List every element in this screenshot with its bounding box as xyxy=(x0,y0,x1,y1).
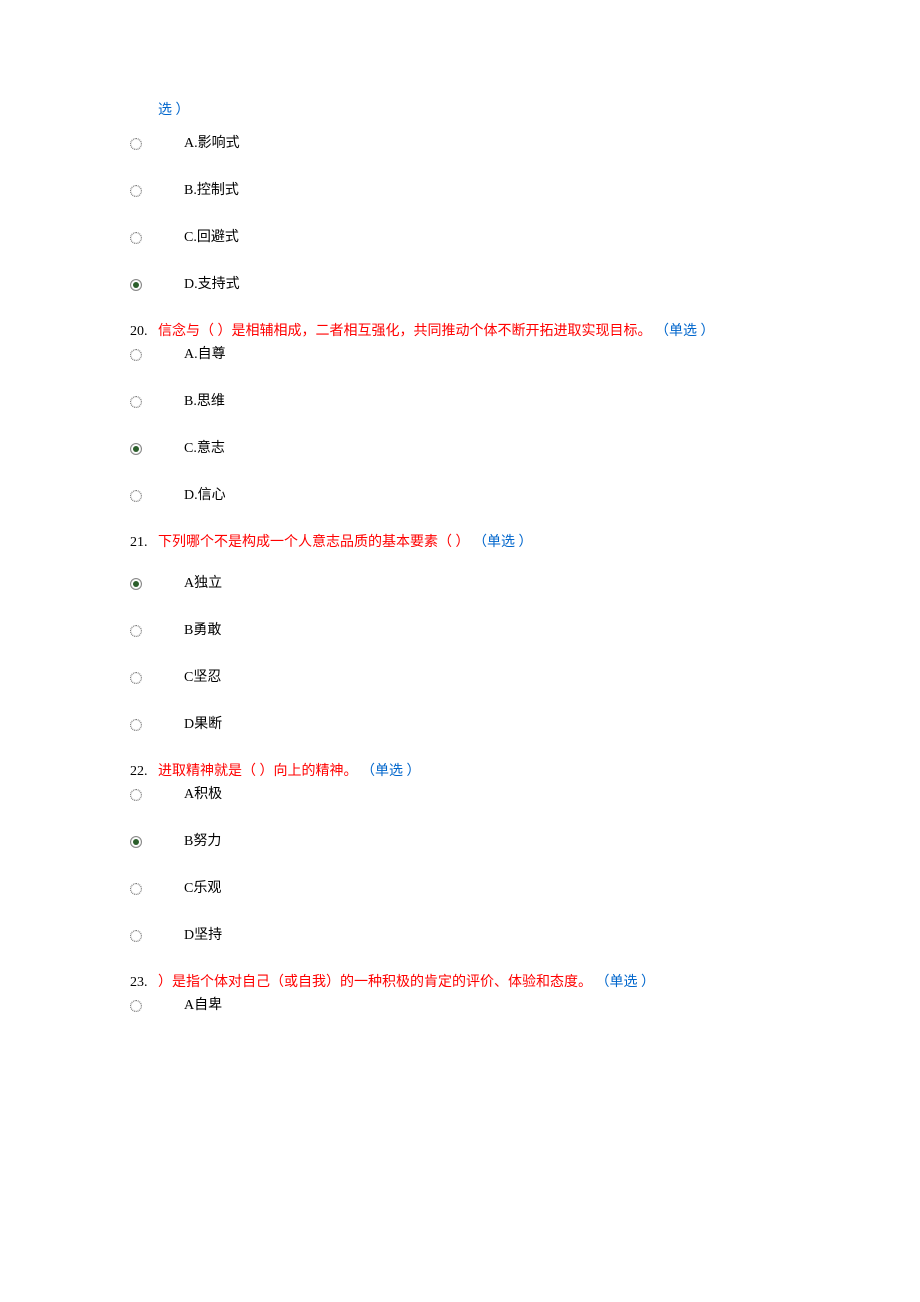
page-fragment-top: 选 ） xyxy=(158,100,790,121)
question-header: 22. 进取精神就是（ ）向上的精神。 （单选 ） xyxy=(130,761,790,782)
option-text: B勇敢 xyxy=(180,620,221,641)
question-21: 21. 下列哪个不是构成一个人意志品质的基本要素（ ） （单选 ） A独立 B勇… xyxy=(130,532,790,735)
radio-button[interactable] xyxy=(130,349,142,361)
option-row: D.支持式 xyxy=(130,274,790,295)
question-text: 信念与（ ）是相辅相成，二者相互强化，共同推动个体不断开拓进取实现目标。 xyxy=(158,324,652,339)
radio-button[interactable] xyxy=(130,1000,142,1012)
question-20: 20. 信念与（ ）是相辅相成，二者相互强化，共同推动个体不断开拓进取实现目标。… xyxy=(130,321,790,506)
radio-button[interactable] xyxy=(130,185,142,197)
radio-button[interactable] xyxy=(130,138,142,150)
radio-button[interactable] xyxy=(130,789,142,801)
option-row: B.思维 xyxy=(130,391,790,412)
radio-button[interactable] xyxy=(130,232,142,244)
option-text: B.思维 xyxy=(180,391,225,412)
option-row: C.意志 xyxy=(130,438,790,459)
option-text: B.控制式 xyxy=(180,180,239,201)
option-text: B努力 xyxy=(180,831,221,852)
radio-button[interactable] xyxy=(130,930,142,942)
question-header: 21. 下列哪个不是构成一个人意志品质的基本要素（ ） （单选 ） xyxy=(130,532,790,553)
option-row: A自卑 xyxy=(130,995,790,1016)
option-row: A独立 xyxy=(130,573,790,594)
radio-button[interactable] xyxy=(130,578,142,590)
option-text: D坚持 xyxy=(180,925,222,946)
option-row: A.自尊 xyxy=(130,344,790,365)
question-type: （单选 ） xyxy=(596,975,656,990)
option-row: C乐观 xyxy=(130,878,790,899)
option-row: B勇敢 xyxy=(130,620,790,641)
option-row: B努力 xyxy=(130,831,790,852)
option-row: B.控制式 xyxy=(130,180,790,201)
radio-button[interactable] xyxy=(130,883,142,895)
question-header: 23. ）是指个体对自己（或自我）的一种积极的肯定的评价、体验和态度。 （单选 … xyxy=(130,972,790,993)
option-row: C坚忍 xyxy=(130,667,790,688)
question-type: （单选 ） xyxy=(361,764,421,779)
question-header: 20. 信念与（ ）是相辅相成，二者相互强化，共同推动个体不断开拓进取实现目标。… xyxy=(130,321,790,342)
question-number: 22. xyxy=(130,761,158,782)
question-type: （单选 ） xyxy=(655,324,715,339)
option-row: D果断 xyxy=(130,714,790,735)
option-row: A积极 xyxy=(130,784,790,805)
radio-button[interactable] xyxy=(130,836,142,848)
option-text: A独立 xyxy=(180,573,222,594)
question-number: 23. xyxy=(130,972,158,993)
radio-button[interactable] xyxy=(130,490,142,502)
option-row: D.信心 xyxy=(130,485,790,506)
question-number: 21. xyxy=(130,532,158,553)
option-text: D.支持式 xyxy=(180,274,240,295)
question-text: 下列哪个不是构成一个人意志品质的基本要素（ ） xyxy=(158,535,470,550)
radio-button[interactable] xyxy=(130,279,142,291)
option-row: D坚持 xyxy=(130,925,790,946)
option-text: C乐观 xyxy=(180,878,221,899)
question-text: ）是指个体对自己（或自我）的一种积极的肯定的评价、体验和态度。 xyxy=(158,975,592,990)
question-type: （单选 ） xyxy=(473,535,533,550)
question-number: 20. xyxy=(130,321,158,342)
radio-button[interactable] xyxy=(130,672,142,684)
radio-button[interactable] xyxy=(130,443,142,455)
option-text: C.意志 xyxy=(180,438,225,459)
radio-button[interactable] xyxy=(130,625,142,637)
option-text: C.回避式 xyxy=(180,227,239,248)
question-22: 22. 进取精神就是（ ）向上的精神。 （单选 ） A积极 B努力 C乐观 D坚… xyxy=(130,761,790,946)
radio-button[interactable] xyxy=(130,396,142,408)
option-text: A.影响式 xyxy=(180,133,240,154)
radio-button[interactable] xyxy=(130,719,142,731)
option-text: A.自尊 xyxy=(180,344,226,365)
option-text: D.信心 xyxy=(180,485,226,506)
option-text: A积极 xyxy=(180,784,222,805)
question-23: 23. ）是指个体对自己（或自我）的一种积极的肯定的评价、体验和态度。 （单选 … xyxy=(130,972,790,1016)
option-text: C坚忍 xyxy=(180,667,221,688)
option-row: C.回避式 xyxy=(130,227,790,248)
question-text: 进取精神就是（ ）向上的精神。 xyxy=(158,764,358,779)
option-row: A.影响式 xyxy=(130,133,790,154)
option-text: D果断 xyxy=(180,714,222,735)
option-text: A自卑 xyxy=(180,995,222,1016)
question-19-options: A.影响式 B.控制式 C.回避式 D.支持式 xyxy=(130,133,790,295)
